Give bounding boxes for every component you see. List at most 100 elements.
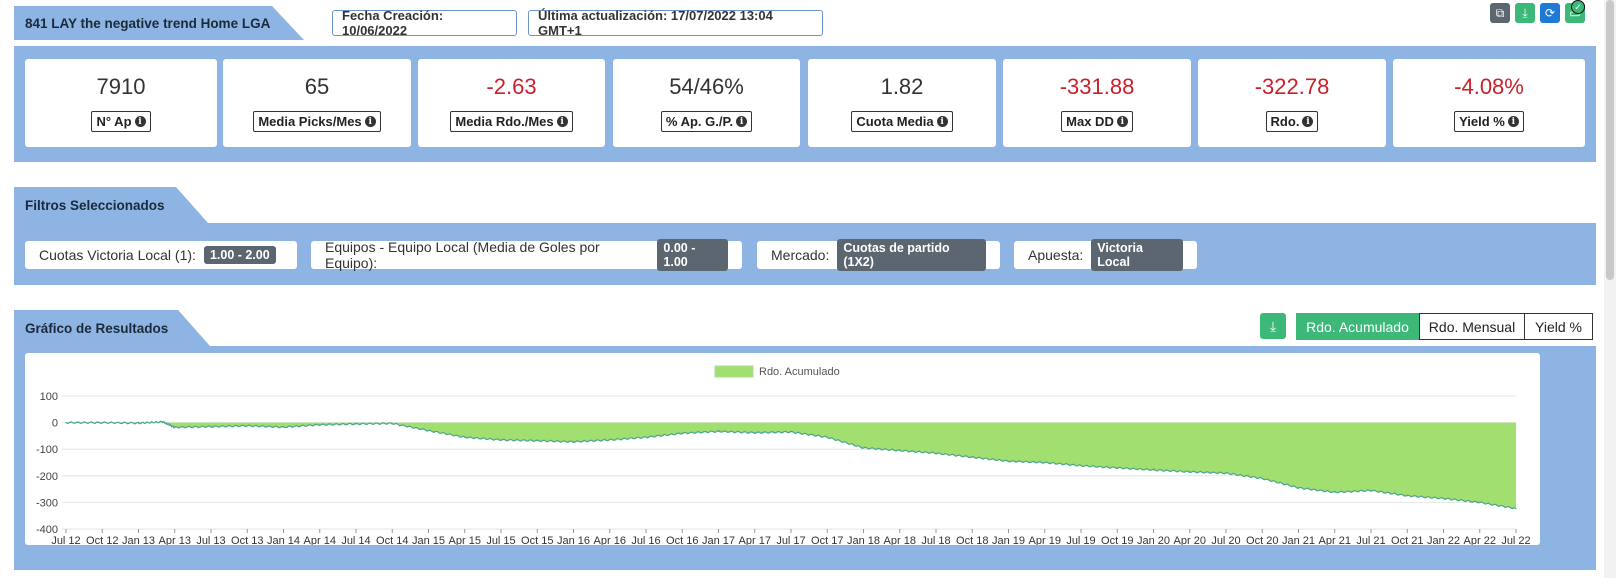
data-point (645, 436, 647, 438)
copy-icon[interactable]: ⧉ (1490, 3, 1510, 23)
filter-value-pill: Cuotas de partido (1X2) (837, 239, 986, 271)
x-tick-label: Jul 22 (1501, 535, 1530, 545)
filter-mercado: Mercado: Cuotas de partido (1X2) (757, 239, 1000, 271)
data-point (1261, 477, 1263, 480)
data-point (1334, 491, 1336, 493)
x-tick-label: Jan 22 (1427, 535, 1460, 545)
x-tick-label: Oct 17 (811, 535, 843, 545)
x-tick-label: Jan 14 (267, 535, 300, 545)
data-point (971, 456, 973, 458)
filter-label: Cuotas Victoria Local (1): (39, 247, 196, 263)
filters-title-text: Filtros Seleccionados (25, 197, 165, 213)
data-point (1007, 460, 1010, 462)
created-date: Fecha Creación: 10/06/2022 (332, 8, 517, 38)
data-point (1225, 472, 1227, 474)
results-title-text: Gráfico de Resultados (25, 320, 169, 336)
data-point (1370, 489, 1372, 492)
info-icon: i (134, 116, 146, 127)
y-tick-label: 100 (40, 391, 58, 403)
stat-label[interactable]: N° Ap i (91, 111, 151, 132)
scrollbar[interactable] (1604, 0, 1616, 578)
refresh-icon[interactable]: ⟳ (1540, 3, 1560, 23)
data-point (1189, 471, 1191, 473)
legend-label: Rdo. Acumulado (759, 366, 840, 378)
filters-title: Filtros Seleccionados (14, 187, 208, 223)
stat-label[interactable]: Cuota Media i (851, 111, 953, 132)
x-tick-label: Apr 22 (1464, 535, 1496, 545)
stat-label[interactable]: Yield % i (1454, 111, 1524, 132)
x-tick-label: Jul 17 (776, 535, 805, 545)
x-tick-label: Oct 21 (1391, 535, 1423, 545)
stat-card-cuota-media: 1.82 Cuota Media i (808, 59, 996, 147)
x-tick-label: Apr 17 (739, 535, 771, 545)
info-icon: i (936, 116, 948, 127)
stat-label[interactable]: Media Picks/Mes i (253, 111, 381, 132)
data-point (754, 432, 756, 434)
stat-label[interactable]: % Ap. G./P. i (660, 111, 753, 132)
stat-card-max-dd: -331.88 Max DD i (1003, 59, 1191, 147)
x-tick-label: Oct 16 (666, 535, 698, 545)
stat-card-ap-ganadas: 54/46% % Ap. G./P. i (613, 59, 800, 147)
stat-value: 65 (304, 74, 330, 99)
x-tick-label: Jul 20 (1211, 535, 1240, 545)
data-point (464, 436, 466, 438)
chart-panel: 100 0 -100 -200 -300 -400 Jul 12 Oct 12 Jan 13 Ap… (25, 353, 1540, 547)
stat-card-rdo: -322.78 Rdo. i (1198, 59, 1386, 147)
created-date-text: Fecha Creación: 10/06/2022 (342, 8, 444, 38)
stat-label[interactable]: Rdo. i (1265, 111, 1319, 132)
stat-label-text: N° Ap (96, 114, 132, 129)
data-point (174, 426, 176, 428)
stat-value: -322.78 (1254, 74, 1330, 99)
legend-swatch (714, 365, 754, 378)
stat-value: 54/46% (669, 74, 744, 99)
filter-label: Mercado: (771, 247, 830, 263)
stat-label[interactable]: Media Rdo./Mes i (450, 111, 573, 132)
stat-label-text: Rdo. (1270, 114, 1300, 129)
data-point (899, 449, 901, 452)
filter-cuotas-victoria: Cuotas Victoria Local (1): 1.00 - 2.00 (25, 241, 297, 269)
x-tick-label: Oct 13 (231, 535, 263, 545)
data-point (1044, 461, 1046, 464)
chart-download-button[interactable]: ⤓ (1260, 313, 1286, 339)
data-point (319, 424, 321, 426)
data-point (1515, 507, 1517, 510)
download-icon[interactable]: ⤓ (1515, 3, 1535, 23)
strategy-title-text: 841 LAY the negative trend Home LGA (25, 15, 271, 31)
x-tick-label: Oct 18 (956, 535, 988, 545)
x-tick-label: Jul 12 (51, 535, 80, 545)
tab-rdo-mensual[interactable]: Rdo. Mensual (1419, 313, 1525, 340)
x-tick-label: Jan 16 (557, 535, 590, 545)
x-tick-label: Apr 20 (1174, 535, 1206, 545)
data-point (101, 422, 103, 424)
tab-label: Yield % (1535, 318, 1582, 335)
data-point (162, 421, 164, 423)
x-tick-label: Apr 14 (304, 535, 336, 545)
x-tick-label: Jul 18 (921, 535, 950, 545)
scrollbar-thumb[interactable] (1606, 0, 1614, 280)
x-tick-label: Apr 21 (1319, 535, 1351, 545)
stat-label-text: Media Rdo./Mes (455, 114, 554, 129)
y-tick-label: -200 (36, 471, 58, 483)
data-point (282, 426, 285, 428)
x-tick-label: Jul 13 (196, 535, 225, 545)
data-point (681, 432, 683, 434)
data-point (572, 441, 575, 443)
x-tick-label: Jan 20 (1137, 535, 1170, 545)
x-tick-label: Apr 15 (449, 535, 481, 545)
tab-label: Rdo. Mensual (1428, 318, 1516, 335)
filter-label: Apuesta: (1028, 247, 1084, 263)
tab-rdo-acumulado[interactable]: Rdo. Acumulado (1296, 313, 1419, 340)
x-tick-label: Jan 19 (992, 535, 1025, 545)
data-point (1152, 469, 1155, 471)
stat-card-media-rdo: -2.63 Media Rdo./Mes i (418, 59, 605, 147)
data-point (609, 439, 611, 441)
stat-label[interactable]: Max DD i (1061, 111, 1133, 132)
x-tick-label: Jul 14 (341, 535, 370, 545)
tab-yield[interactable]: Yield % (1524, 313, 1593, 340)
x-tick-label: Jan 17 (702, 535, 735, 545)
stat-label-text: Yield % (1459, 114, 1505, 129)
stat-value: -331.88 (1059, 74, 1135, 99)
data-point (391, 422, 393, 424)
data-point (65, 422, 67, 424)
y-tick-label: -100 (36, 444, 58, 456)
